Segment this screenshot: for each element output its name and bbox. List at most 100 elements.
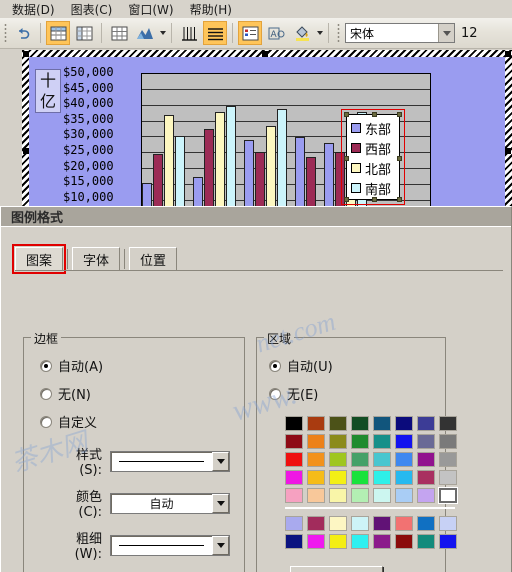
bar-group[interactable]	[295, 74, 317, 208]
by-column-button[interactable]	[72, 21, 96, 45]
color-swatch-1ae23c[interactable]	[351, 470, 369, 485]
color-swatch-2ef0e8[interactable]	[373, 470, 391, 485]
color-swatch-f5bc18[interactable]	[307, 470, 325, 485]
color-swatch-c7d1f5[interactable]	[439, 516, 457, 531]
color-swatch-6a6a96[interactable]	[417, 434, 435, 449]
bar-南部[interactable]	[175, 136, 185, 208]
color-swatch-11557c[interactable]	[373, 416, 391, 431]
chart-area[interactable]: 十亿 $50,000 $45,000 $40,000 $35,000 $30,0…	[29, 57, 505, 208]
bar-北部[interactable]	[266, 126, 276, 208]
toolbar-grip[interactable]	[3, 22, 7, 44]
color-swatch-f3ef15[interactable]	[329, 470, 347, 485]
text-box-button[interactable]: A	[264, 21, 288, 45]
color-swatch-a93060[interactable]	[417, 470, 435, 485]
color-swatch-9fc61f[interactable]	[329, 452, 347, 467]
bar-南部[interactable]	[277, 109, 287, 208]
color-swatch-8b8b1b[interactable]	[329, 434, 347, 449]
color-swatch-ffffff[interactable]	[438, 487, 458, 504]
color-swatch-179089[interactable]	[373, 434, 391, 449]
color-swatch-a9cdf5[interactable]	[395, 488, 413, 503]
tab-font[interactable]: 字体	[72, 247, 121, 271]
color-swatch-0b1380[interactable]	[285, 534, 303, 549]
font-name-dropdown-arrow[interactable]	[438, 24, 454, 42]
color-swatch-1f8b2e[interactable]	[351, 434, 369, 449]
chart-handle-n[interactable]	[262, 51, 268, 57]
bar-group[interactable]	[244, 74, 288, 208]
bar-西部[interactable]	[153, 154, 163, 208]
dialog-title-bar[interactable]: 图例格式	[1, 207, 511, 227]
color-swatch-a22c5c[interactable]	[307, 516, 325, 531]
color-swatch-000000[interactable]	[285, 416, 303, 431]
font-size-value[interactable]: 12	[461, 26, 478, 41]
menu-help[interactable]: 帮助(H)	[182, 0, 240, 19]
legend-handle-s[interactable]	[372, 197, 377, 202]
bar-北部[interactable]	[215, 112, 225, 208]
color-swatch-0b0b7c[interactable]	[395, 416, 413, 431]
tab-placement[interactable]: 位置	[129, 247, 178, 271]
chart-legend[interactable]: 东部 西部 北部 南部	[344, 112, 402, 202]
border-color-dropdown-arrow[interactable]	[212, 493, 229, 513]
border-weight-dropdown-arrow[interactable]	[212, 535, 229, 555]
area-none-radio[interactable]: 无(E)	[269, 384, 445, 403]
bar-group[interactable]	[193, 74, 237, 208]
color-swatch-138b7c[interactable]	[417, 534, 435, 549]
chart-type-dropdown[interactable]	[158, 21, 167, 45]
color-swatch-a9aaee[interactable]	[285, 516, 303, 531]
color-swatch-ec8119[interactable]	[307, 434, 325, 449]
bar-group[interactable]	[142, 74, 186, 208]
color-palette[interactable]	[285, 416, 461, 552]
color-swatch-26b9ef[interactable]	[395, 470, 413, 485]
chart-handle-w[interactable]	[23, 148, 29, 154]
undo-button[interactable]	[11, 21, 35, 45]
border-none-radio[interactable]: 无(N)	[40, 384, 244, 403]
legend-handle-w[interactable]	[344, 156, 349, 161]
color-swatch-1313ef[interactable]	[439, 534, 457, 549]
color-swatch-cdf4f7[interactable]	[351, 516, 369, 531]
menu-window[interactable]: 窗口(W)	[120, 0, 181, 19]
fill-effects-button[interactable]: 填充效果(I)...	[290, 566, 383, 572]
font-toolbar-grip[interactable]	[336, 22, 340, 44]
color-swatch-611276[interactable]	[373, 516, 391, 531]
color-swatch-999999[interactable]	[439, 452, 457, 467]
color-swatch-2ff0f0[interactable]	[351, 534, 369, 549]
color-swatch-8e0b16[interactable]	[285, 434, 303, 449]
color-swatch-fdf6c3[interactable]	[329, 516, 347, 531]
value-axis-labels[interactable]: $50,000 $45,000 $40,000 $35,000 $30,000 …	[63, 65, 137, 205]
chart-handle-e[interactable]	[505, 148, 511, 154]
color-swatch-c3c3c3[interactable]	[439, 470, 457, 485]
color-swatch-48c6cf[interactable]	[373, 452, 391, 467]
bar-东部[interactable]	[244, 140, 254, 208]
fill-color-button[interactable]	[290, 21, 314, 45]
tab-patterns[interactable]: 图案	[11, 244, 67, 274]
bar-东部[interactable]	[193, 177, 203, 208]
color-swatch-b3efb3[interactable]	[351, 488, 369, 503]
bar-西部[interactable]	[255, 152, 265, 208]
border-color-combo[interactable]: 自动	[110, 492, 230, 514]
by-row-button[interactable]	[46, 21, 70, 45]
color-swatch-1070c2[interactable]	[417, 516, 435, 531]
color-swatch-f6a1c1[interactable]	[285, 488, 303, 503]
legend-handle-sw[interactable]	[344, 197, 349, 202]
legend-entry-0[interactable]: 东部	[351, 118, 395, 138]
color-swatch-8b0b0b[interactable]	[395, 534, 413, 549]
value-axis-gridlines-button[interactable]	[203, 21, 227, 45]
value-axis-title[interactable]: 十亿	[35, 69, 61, 113]
legend-handle-ne[interactable]	[397, 112, 402, 117]
legend-handle-nw[interactable]	[344, 112, 349, 117]
color-swatch-8b1a8b[interactable]	[373, 534, 391, 549]
color-swatch-f4ee14[interactable]	[329, 534, 347, 549]
color-swatch-f27272[interactable]	[395, 516, 413, 531]
color-swatch-ef16e4[interactable]	[285, 470, 303, 485]
color-swatch-f8c89a[interactable]	[307, 488, 325, 503]
color-swatch-c4a4f0[interactable]	[417, 488, 435, 503]
legend-entry-3[interactable]: 南部	[351, 178, 395, 198]
bar-西部[interactable]	[306, 157, 316, 208]
color-swatch-f9f5a8[interactable]	[329, 488, 347, 503]
color-swatch-1313ef[interactable]	[395, 434, 413, 449]
menu-data[interactable]: 数据(D)	[4, 0, 63, 19]
view-datasheet-button[interactable]	[107, 21, 131, 45]
bar-东部[interactable]	[142, 183, 152, 208]
legend-entry-2[interactable]: 北部	[351, 158, 395, 178]
color-swatch-91128e[interactable]	[417, 452, 435, 467]
border-automatic-radio[interactable]: 自动(A)	[40, 356, 244, 375]
